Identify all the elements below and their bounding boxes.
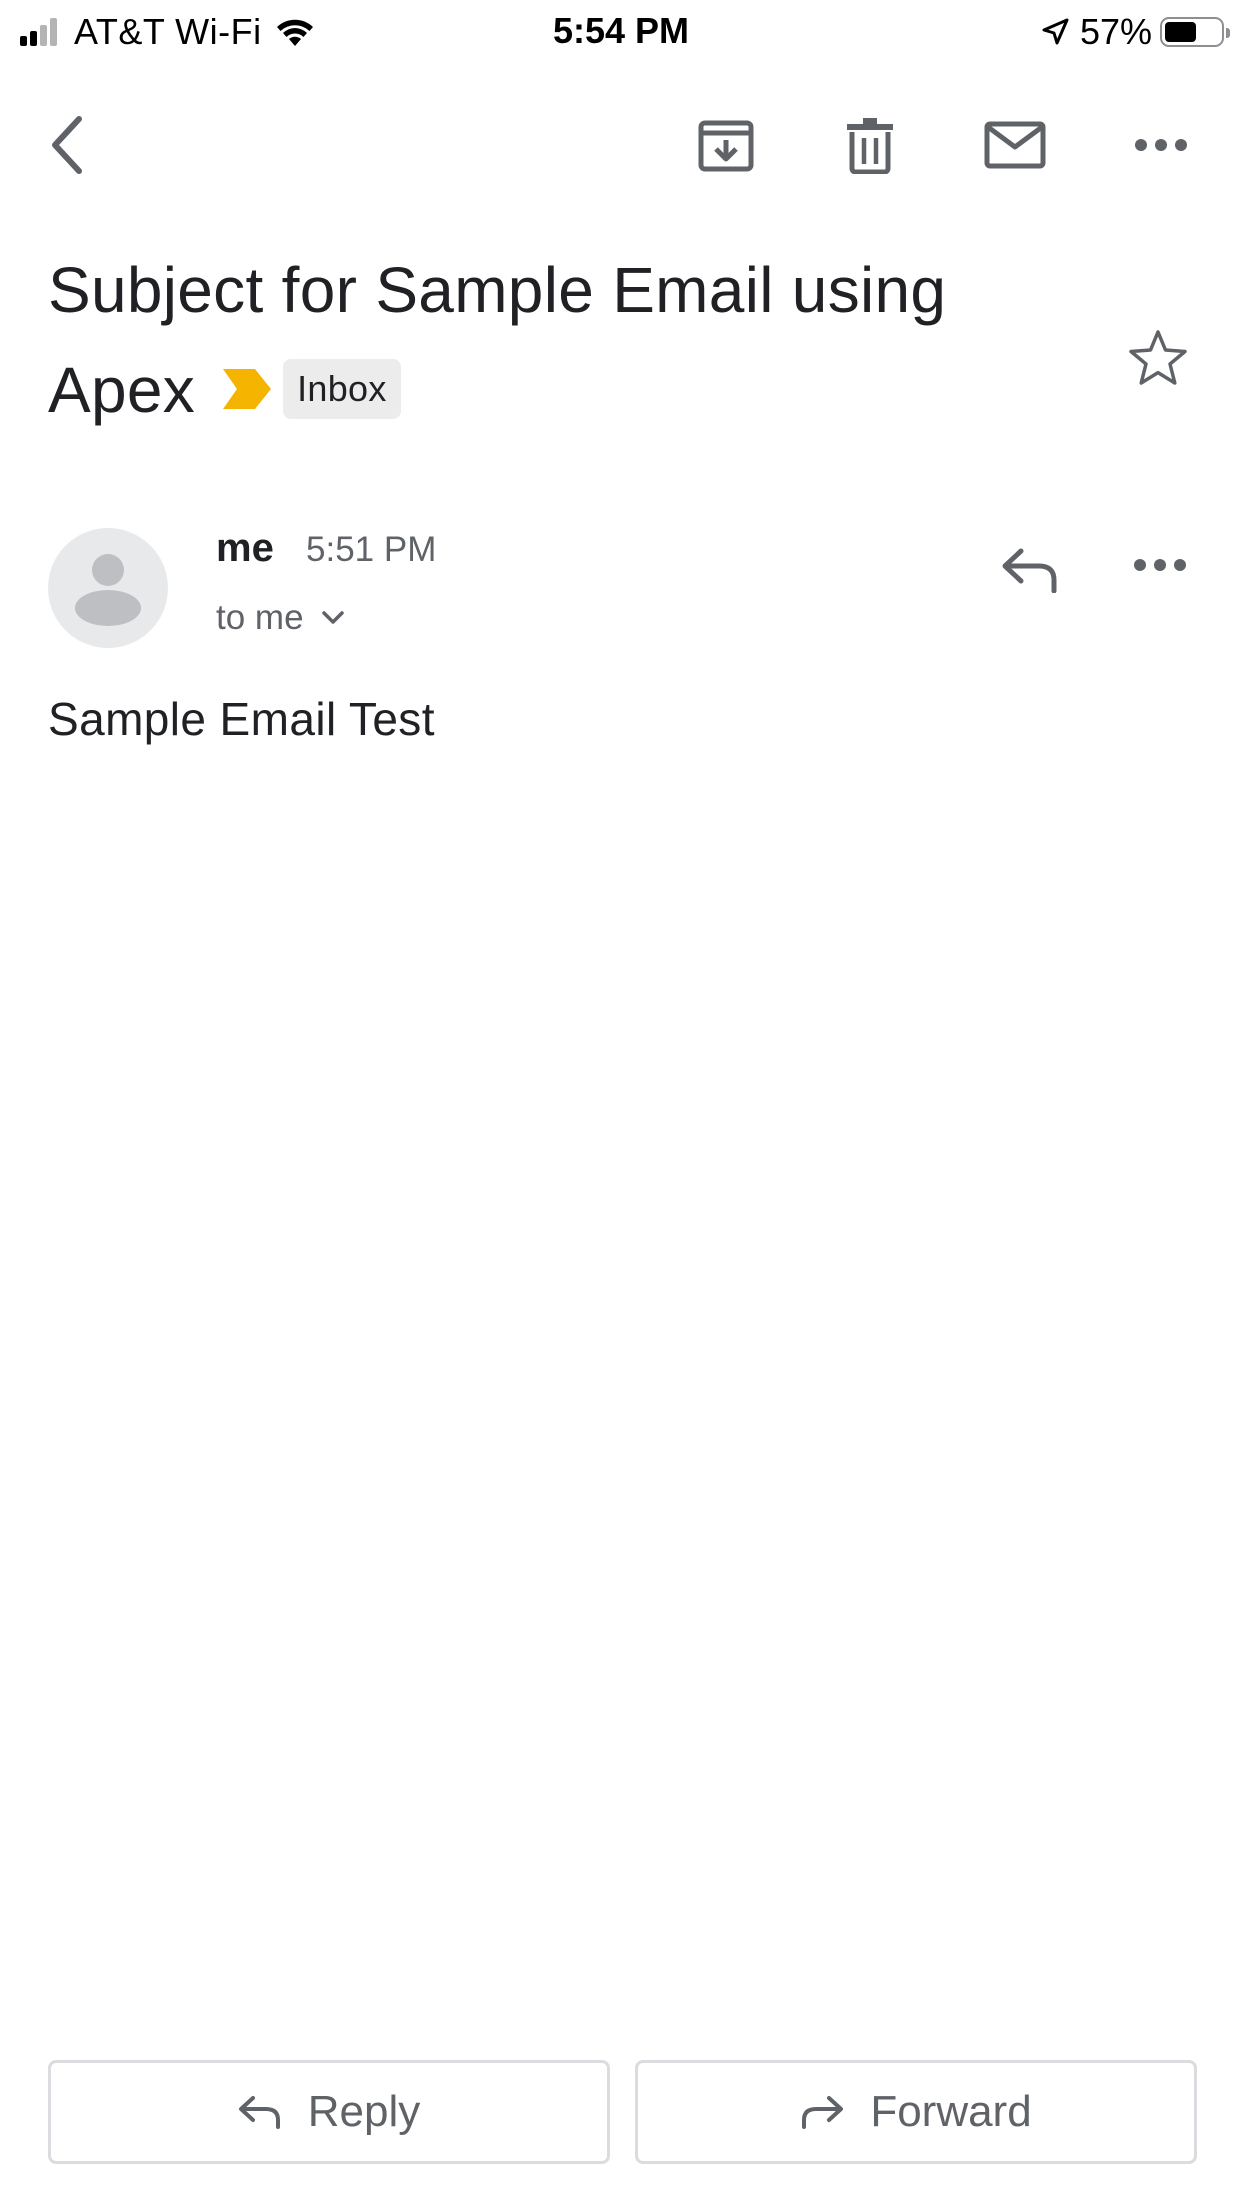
forward-button-label: Forward bbox=[870, 2087, 1032, 2136]
more-horizontal-icon bbox=[1135, 139, 1187, 151]
message-toolbar bbox=[0, 100, 1242, 190]
forward-arrow-icon bbox=[802, 2096, 844, 2129]
avatar[interactable] bbox=[48, 528, 168, 648]
battery-icon bbox=[1160, 17, 1230, 47]
email-body: Sample Email Test bbox=[48, 693, 435, 745]
back-button[interactable] bbox=[22, 100, 112, 190]
recipients-toggle[interactable]: to me bbox=[216, 598, 344, 638]
message-more-button[interactable] bbox=[1120, 525, 1200, 605]
message-time: 5:51 PM bbox=[306, 530, 437, 569]
battery-percentage: 57% bbox=[1079, 11, 1152, 52]
more-horizontal-icon bbox=[1134, 559, 1186, 571]
reply-icon-button[interactable] bbox=[990, 530, 1070, 610]
label-chip-inbox[interactable]: Inbox bbox=[283, 359, 401, 420]
star-outline-icon bbox=[1129, 330, 1187, 385]
star-button[interactable] bbox=[1118, 318, 1198, 398]
mark-unread-button[interactable] bbox=[970, 100, 1060, 190]
archive-icon bbox=[698, 120, 754, 172]
mail-icon bbox=[984, 121, 1046, 169]
forward-button[interactable]: Forward bbox=[635, 2060, 1197, 2164]
reply-button[interactable]: Reply bbox=[48, 2060, 610, 2164]
archive-button[interactable] bbox=[681, 100, 771, 190]
chevron-down-icon bbox=[321, 611, 344, 624]
more-options-button[interactable] bbox=[1116, 100, 1206, 190]
location-arrow-icon bbox=[1042, 18, 1069, 45]
recipients-text: to me bbox=[216, 598, 304, 637]
person-icon bbox=[75, 554, 141, 626]
reply-arrow-icon bbox=[238, 2096, 280, 2129]
subject-text: Subject for Sample Email using Apex bbox=[48, 254, 947, 426]
sender-name: me bbox=[216, 526, 274, 570]
status-bar-right: 57% bbox=[1040, 10, 1230, 54]
chevron-left-icon bbox=[52, 116, 82, 174]
reply-arrow-icon bbox=[1002, 548, 1057, 593]
battery-level-fill bbox=[1165, 22, 1196, 42]
trash-icon bbox=[847, 118, 893, 174]
delete-button[interactable] bbox=[825, 100, 915, 190]
importance-marker-icon[interactable] bbox=[221, 367, 273, 411]
email-subject: Subject for Sample Email using Apex Inbo… bbox=[48, 240, 1078, 440]
status-bar: AT&T Wi-Fi 5:54 PM 57% bbox=[0, 0, 1242, 62]
reply-button-label: Reply bbox=[307, 2087, 421, 2136]
